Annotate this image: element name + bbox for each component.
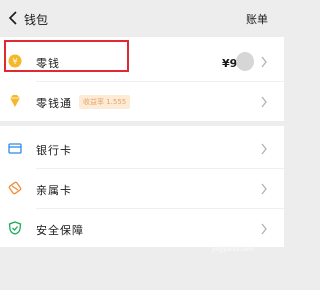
bills-button[interactable]: 账单 — [246, 11, 268, 27]
change-plus-label: 零钱通 — [36, 97, 72, 110]
bank-card-label: 银行卡 — [36, 144, 72, 157]
security-label: 安全保障 — [36, 224, 84, 237]
highlight-box — [4, 40, 129, 72]
chevron-right-icon — [261, 223, 267, 235]
shield-check-icon — [8, 221, 22, 235]
family-card-label: 亲属卡 — [36, 184, 72, 197]
chevron-right-icon — [261, 96, 267, 108]
family-card-row[interactable]: 亲属卡 — [0, 169, 284, 209]
family-card-icon — [8, 181, 22, 195]
watermark-url: jingyanla.com — [212, 246, 255, 253]
redacted-amount-blur — [236, 52, 254, 71]
back-arrow-icon[interactable] — [7, 10, 21, 26]
chevron-right-icon — [261, 56, 267, 68]
bank-card-icon — [8, 143, 22, 154]
change-plus-row[interactable]: 零钱通 — [0, 82, 284, 122]
chevron-right-icon — [261, 183, 267, 195]
security-row[interactable]: 安全保障 — [0, 209, 284, 249]
chevron-right-icon — [261, 143, 267, 155]
watermark-logo: 经验啦 — [212, 235, 240, 245]
bank-card-row[interactable]: 银行卡 — [0, 129, 284, 169]
change-amount: ¥9 — [222, 57, 238, 70]
diamond-icon — [10, 95, 20, 107]
yield-tag: 收益率 1.555 — [79, 95, 131, 109]
page-title: 钱包 — [24, 13, 49, 27]
top-bar: 钱包 账单 — [0, 0, 284, 36]
